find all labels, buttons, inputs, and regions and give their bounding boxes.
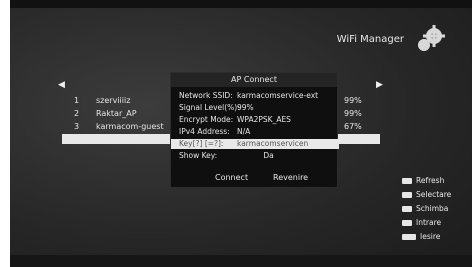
dialog-row-show-key[interactable]: Show Key: Da <box>179 151 274 160</box>
legend-change: Schimba <box>402 204 448 213</box>
red-key-icon <box>402 178 412 184</box>
list-right-arrow-icon[interactable]: ▶ <box>376 80 383 90</box>
key-field[interactable]: Key[?] [=?]: karmacomservicen <box>171 139 339 149</box>
key-value[interactable]: karmacomservicen <box>237 139 308 148</box>
network-number: 3 <box>74 122 80 131</box>
show-key-label: Show Key: <box>179 151 218 160</box>
ssid-value: karmacomservice-ext <box>237 91 319 100</box>
list-left-arrow-icon[interactable]: ◀ <box>58 80 65 90</box>
legend-label: Schimba <box>416 204 449 213</box>
gear-icon <box>418 25 445 51</box>
page-title: WiFi Manager <box>336 34 404 45</box>
channel-key-icon <box>402 192 412 198</box>
dialog-row-ipv4: IPv4 Address: N/A <box>179 127 250 136</box>
dialog-row-encrypt: Encrypt Mode: WPA2PSK_AES <box>179 115 291 124</box>
network-signal: 99% <box>344 96 362 105</box>
signal-value: 99% <box>237 103 254 112</box>
ipv4-value: N/A <box>237 127 251 136</box>
network-signal: 99% <box>344 109 362 118</box>
screen-top-frame <box>10 0 472 8</box>
legend-label: Selectare <box>416 190 452 199</box>
dialog-row-ssid: Network SSID: karmacomservice-ext <box>179 91 318 100</box>
legend-select: Selectare <box>402 190 451 199</box>
tv-screen: WiFi Manager ◀ ▶ 1 szerviiiiz 99% 2 Rakt… <box>10 0 472 267</box>
network-ssid: szerviiiiz <box>96 96 131 105</box>
screen-bottom-frame <box>10 255 472 267</box>
legend-label: Iesire <box>420 232 441 241</box>
legend-label: Intrare <box>416 218 442 227</box>
show-key-value[interactable]: Da <box>263 151 273 160</box>
ok-key-icon <box>402 220 412 226</box>
network-ssid: karmacom-guest <box>96 122 164 131</box>
network-number: 1 <box>74 96 80 105</box>
left-right-key-icon <box>402 206 412 212</box>
key-label: Key[?] [=?]: <box>179 139 224 148</box>
dialog-title: AP Connect <box>171 73 337 87</box>
ssid-label: Network SSID: <box>179 91 233 100</box>
encrypt-value: WPA2PSK_AES <box>237 115 291 124</box>
encrypt-label: Encrypt Mode: <box>179 115 234 124</box>
dialog-row-signal: Signal Level(%):99% <box>179 103 254 112</box>
connect-button[interactable]: Connect <box>215 173 248 182</box>
legend-enter: Intrare <box>402 218 441 227</box>
network-number: 2 <box>74 109 80 118</box>
legend-refresh: Refresh <box>402 176 444 185</box>
ipv4-label: IPv4 Address: <box>179 127 230 136</box>
ap-connect-dialog: AP Connect Network SSID: karmacomservice-… <box>170 72 339 188</box>
exit-key-icon <box>402 234 416 240</box>
cancel-button[interactable]: Revenire <box>273 173 308 182</box>
network-ssid: Raktar_AP <box>96 109 137 118</box>
legend-exit: Iesire <box>402 232 440 241</box>
network-signal: 67% <box>344 122 362 131</box>
signal-label: Signal Level(%): <box>179 103 240 112</box>
legend-label: Refresh <box>416 176 445 185</box>
